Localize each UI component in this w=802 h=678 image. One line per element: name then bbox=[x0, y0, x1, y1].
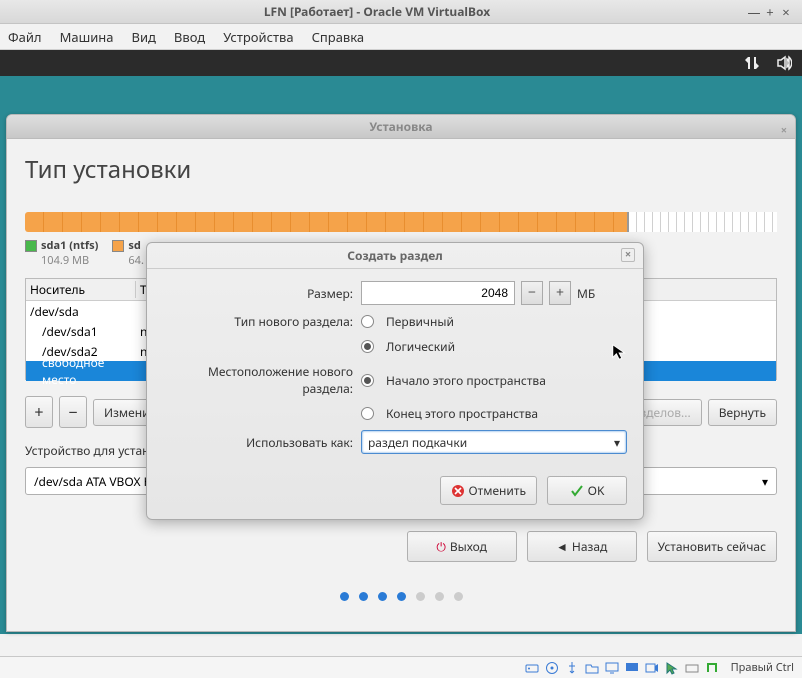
minimize-icon[interactable]: — bbox=[746, 3, 762, 21]
close-icon[interactable]: × bbox=[778, 3, 794, 21]
revert-button[interactable]: Вернуть bbox=[708, 399, 777, 426]
record-icon[interactable] bbox=[645, 661, 659, 675]
guest-desktop: Установка × Тип установки sda1 (ntfs) 10… bbox=[0, 76, 802, 634]
radio-loc-end[interactable] bbox=[361, 407, 374, 420]
page-heading: Тип установки bbox=[25, 153, 777, 186]
size-label: Размер: bbox=[163, 285, 361, 302]
dialog-close-icon[interactable]: × bbox=[621, 248, 635, 262]
menu-file[interactable]: Файл bbox=[8, 28, 42, 46]
install-now-button[interactable]: Установить сейчас bbox=[647, 531, 777, 562]
installer-title-text: Установка bbox=[369, 118, 432, 135]
cd-icon[interactable] bbox=[545, 661, 559, 675]
host-key-label: Правый Ctrl bbox=[731, 660, 794, 675]
partition-bar[interactable] bbox=[25, 212, 777, 232]
vb-titlebar: LFN [Работает] - Oracle VM VirtualBox — … bbox=[0, 0, 802, 24]
mouse-integration-icon[interactable] bbox=[665, 661, 679, 675]
dot bbox=[397, 592, 406, 601]
menu-view[interactable]: Вид bbox=[132, 28, 156, 46]
radio-loc-begin[interactable] bbox=[361, 374, 374, 387]
size-increment-button[interactable]: + bbox=[549, 281, 571, 305]
dot bbox=[378, 592, 387, 601]
use-as-select[interactable]: раздел подкачки ▾ bbox=[361, 430, 627, 454]
partition-free-space bbox=[627, 212, 777, 232]
swatch-icon bbox=[25, 240, 37, 252]
cancel-button[interactable]: Отменить bbox=[440, 476, 537, 505]
dot bbox=[435, 592, 444, 601]
maximize-icon[interactable]: + bbox=[762, 3, 778, 21]
page-indicator bbox=[7, 592, 795, 601]
ok-button[interactable]: OK bbox=[547, 476, 627, 505]
installer-close-icon[interactable]: × bbox=[781, 119, 787, 143]
dot bbox=[359, 592, 368, 601]
size-input[interactable] bbox=[361, 281, 515, 305]
location-label: Местоположение нового раздела: bbox=[163, 363, 361, 397]
vb-title-text: LFN [Работает] - Oracle VM VirtualBox bbox=[8, 3, 746, 20]
use-as-label: Использовать как: bbox=[163, 434, 361, 451]
quit-button[interactable]: ⏻Выход bbox=[407, 531, 517, 562]
network-icon[interactable] bbox=[744, 55, 760, 71]
vb-statusbar: Правый Ctrl bbox=[0, 656, 802, 678]
dialog-titlebar: Создать раздел × bbox=[147, 243, 643, 269]
menu-input[interactable]: Ввод bbox=[174, 28, 205, 46]
installer-footer: ⏻Выход ◄Назад Установить сейчас bbox=[7, 531, 795, 574]
keyboard-icon[interactable] bbox=[685, 661, 699, 675]
hostkey-icon[interactable] bbox=[705, 661, 719, 675]
add-partition-button[interactable]: + bbox=[25, 396, 53, 428]
menu-devices[interactable]: Устройства bbox=[223, 28, 293, 46]
legend-item-sda2: sd 64. bbox=[112, 238, 144, 268]
dot bbox=[416, 592, 425, 601]
remove-partition-button[interactable]: − bbox=[59, 396, 87, 428]
guest-top-panel bbox=[0, 50, 802, 76]
menu-help[interactable]: Справка bbox=[312, 28, 365, 46]
legend-item-sda1: sda1 (ntfs) 104.9 MB bbox=[25, 238, 98, 268]
radio-primary[interactable] bbox=[361, 315, 374, 328]
installer-titlebar: Установка × bbox=[7, 115, 795, 139]
ok-icon bbox=[570, 484, 584, 498]
create-partition-dialog: Создать раздел × Размер: − + МБ Тип ново… bbox=[146, 242, 644, 520]
menu-machine[interactable]: Машина bbox=[60, 28, 114, 46]
radio-logical[interactable] bbox=[361, 340, 374, 353]
back-button[interactable]: ◄Назад bbox=[527, 531, 637, 562]
size-decrement-button[interactable]: − bbox=[521, 281, 543, 305]
dot bbox=[454, 592, 463, 601]
shared-folder-icon[interactable] bbox=[585, 661, 599, 675]
volume-icon[interactable] bbox=[776, 55, 792, 71]
dot bbox=[340, 592, 349, 601]
chevron-down-icon: ▾ bbox=[762, 473, 768, 490]
vb-menubar: Файл Машина Вид Ввод Устройства Справка bbox=[0, 24, 802, 50]
cancel-icon bbox=[451, 484, 465, 498]
chevron-down-icon: ▾ bbox=[614, 434, 620, 451]
display2-icon[interactable] bbox=[625, 661, 639, 675]
type-label: Тип нового раздела: bbox=[163, 313, 361, 330]
display-icon[interactable] bbox=[605, 661, 619, 675]
swatch-icon bbox=[112, 240, 124, 252]
usb-icon[interactable] bbox=[565, 661, 579, 675]
size-unit: МБ bbox=[577, 285, 595, 302]
hdd-icon[interactable] bbox=[525, 661, 539, 675]
